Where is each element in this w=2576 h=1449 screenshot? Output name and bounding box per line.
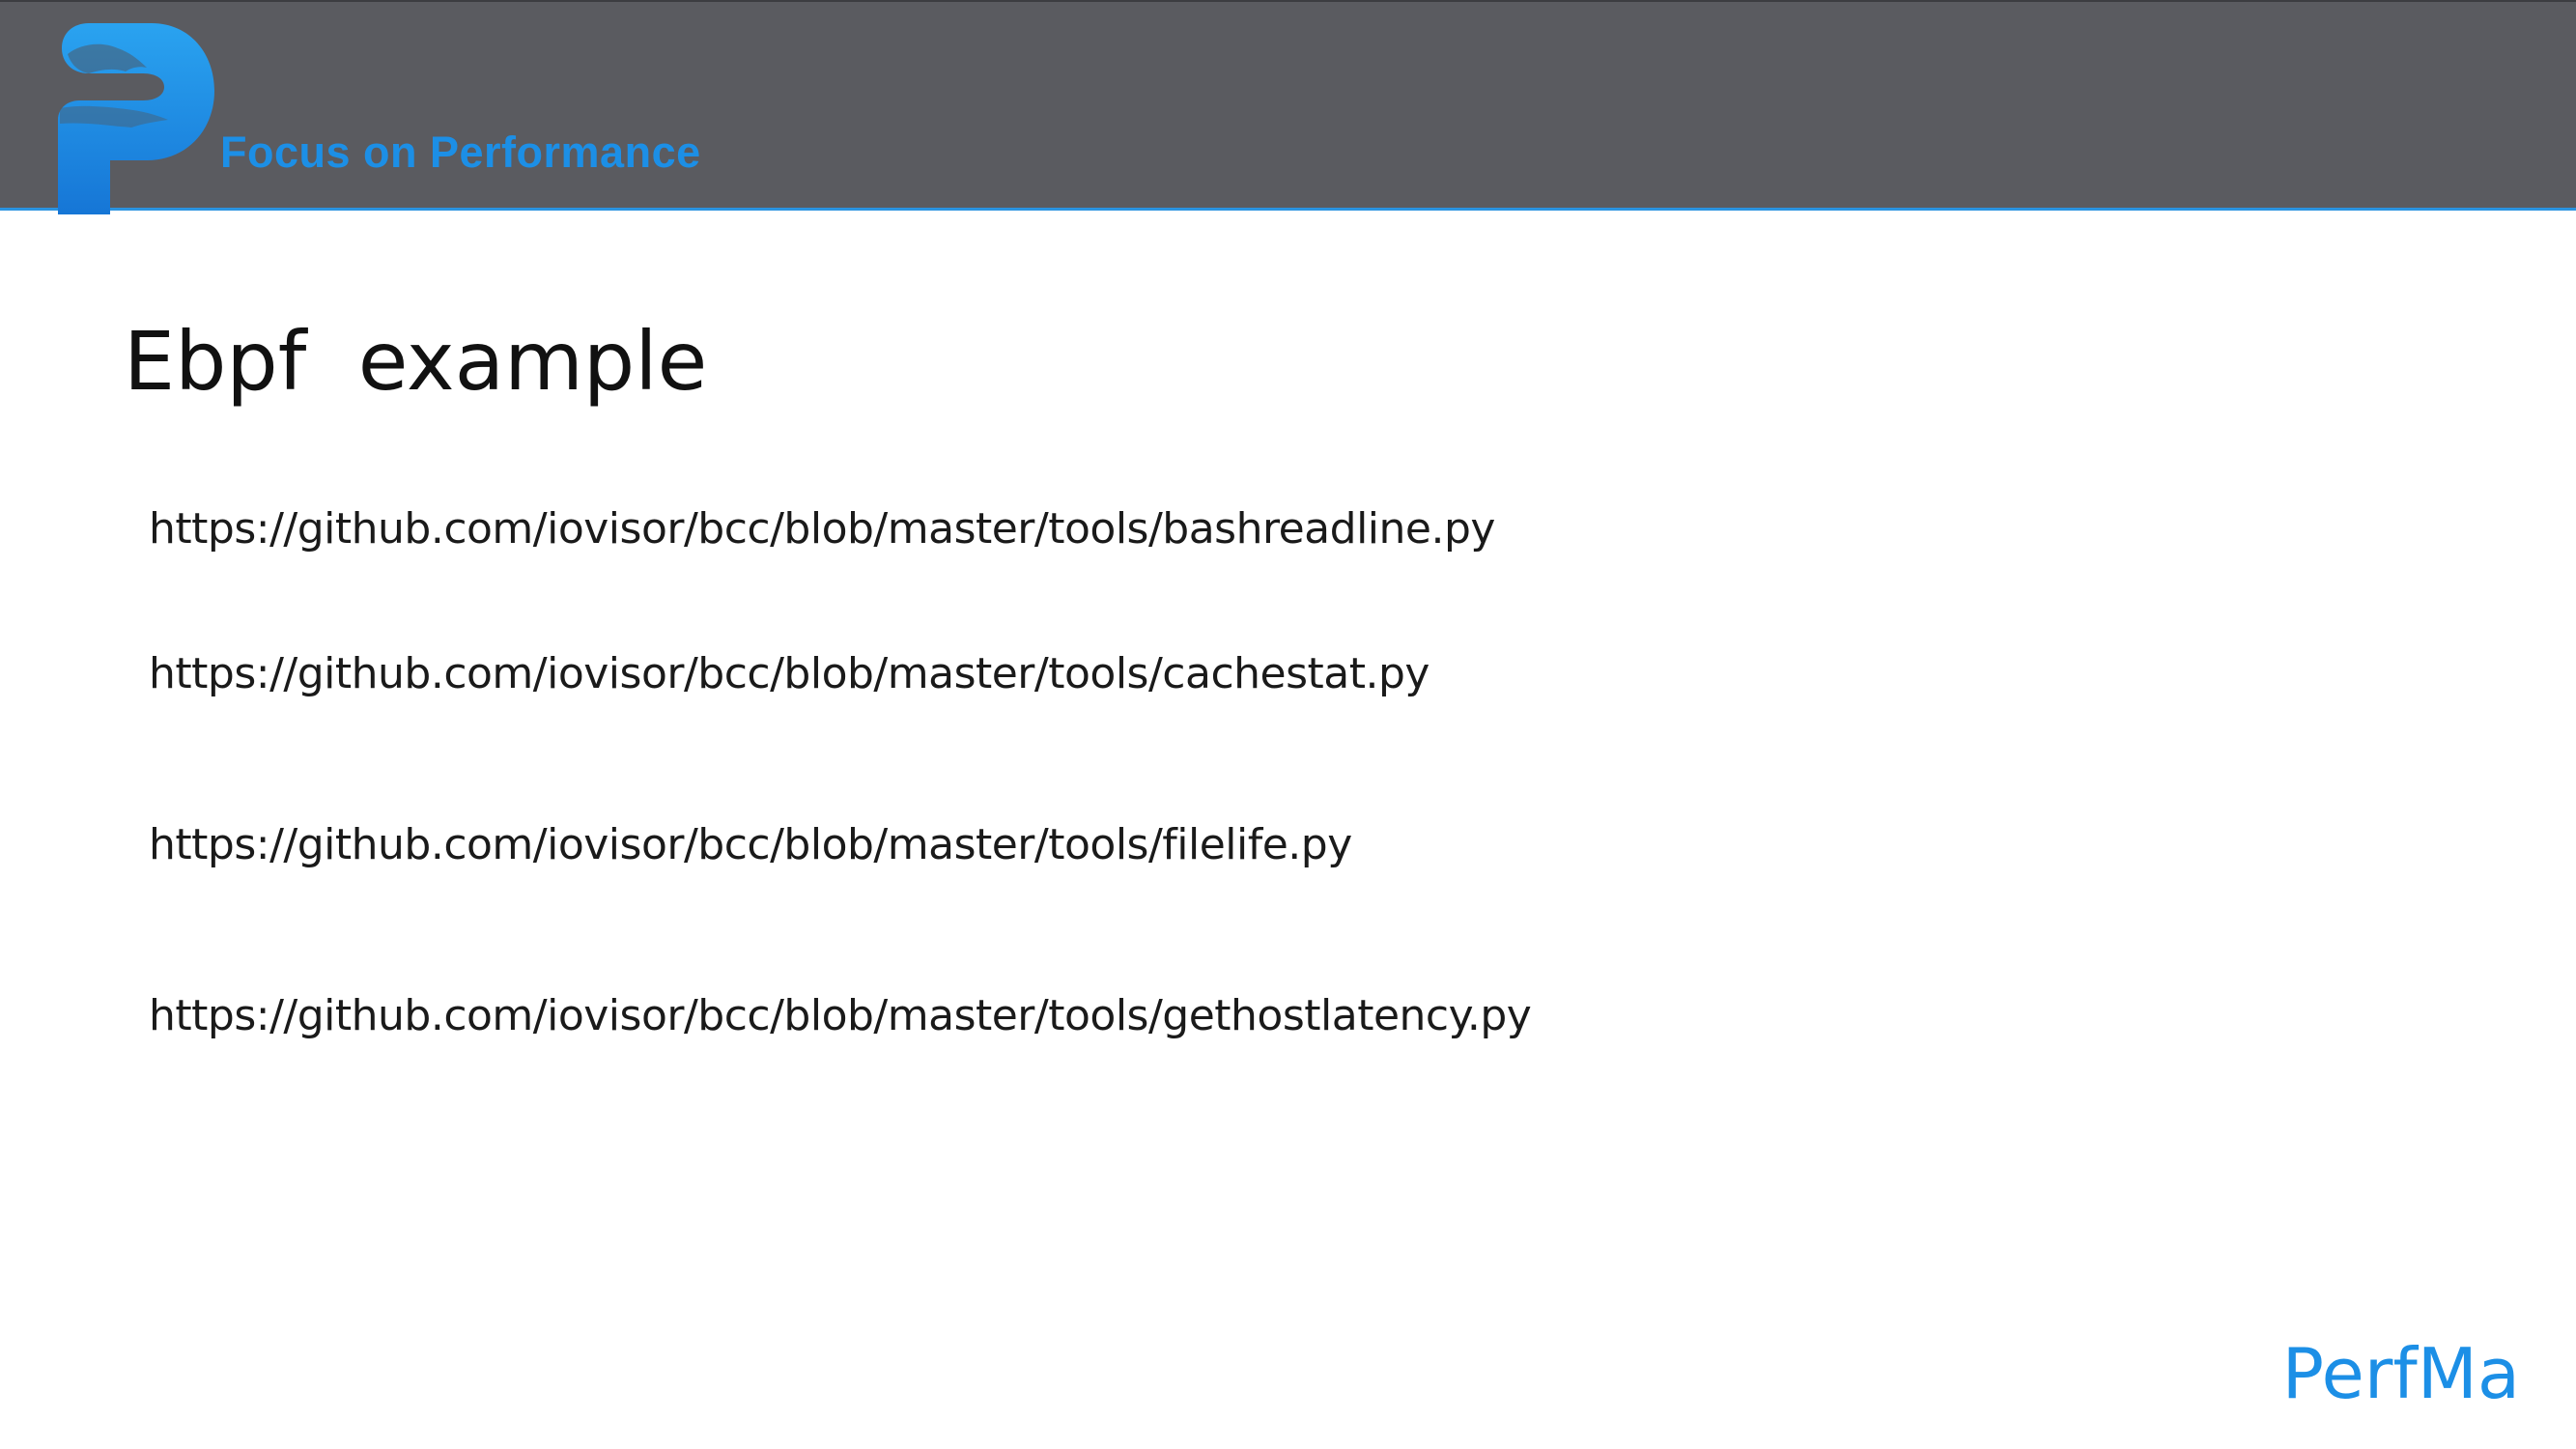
link-gethostlatency[interactable]: https://github.com/iovisor/bcc/blob/mast… <box>149 991 1532 1040</box>
link-filelife[interactable]: https://github.com/iovisor/bcc/blob/mast… <box>149 820 1352 869</box>
footer-brand: PerfMa <box>2281 1333 2520 1414</box>
header-bar: Focus on Performance <box>0 0 2576 214</box>
header-tagline: Focus on Performance <box>220 128 701 177</box>
link-cachestat[interactable]: https://github.com/iovisor/bcc/blob/mast… <box>149 649 1430 698</box>
perfma-logo-icon <box>58 23 214 214</box>
link-bashreadline[interactable]: https://github.com/iovisor/bcc/blob/mast… <box>149 504 1495 554</box>
slide-title: Ebpf example <box>124 314 708 409</box>
